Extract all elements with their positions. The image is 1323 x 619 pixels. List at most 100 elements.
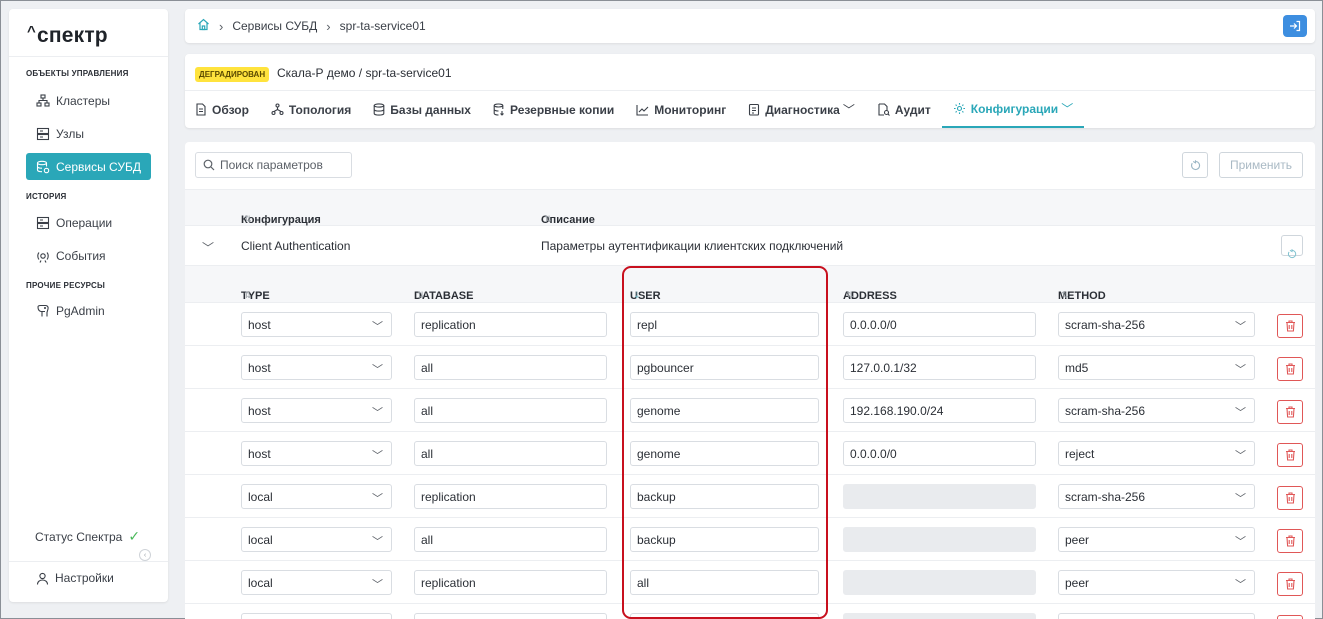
delete-row-button[interactable] — [1277, 529, 1303, 553]
sidebar-item-db-services[interactable]: Сервисы СУБД — [26, 153, 151, 180]
address-field[interactable]: 127.0.0.1/32 — [843, 355, 1036, 380]
user-field[interactable]: repl — [630, 312, 819, 337]
address-value: 192.168.190.0/24 — [850, 403, 944, 418]
tab-configurations[interactable]: Конфигурации ﹀ — [941, 91, 1085, 128]
config-group-row[interactable]: ﹀ Client Authentication Параметры аутент… — [185, 226, 1315, 266]
tab-label: Мониторинг — [654, 102, 727, 117]
database-field[interactable]: replication — [414, 312, 607, 337]
user-value: pgbouncer — [637, 360, 694, 375]
database-field[interactable]: replication — [414, 484, 607, 509]
sidebar-item-pgadmin[interactable]: PgAdmin — [26, 297, 151, 324]
user-field[interactable]: backup — [630, 484, 819, 509]
type-select[interactable]: host ﹀ — [241, 312, 392, 337]
chevron-down-icon[interactable]: ﹀ — [202, 239, 214, 256]
apply-button[interactable]: Применить — [1219, 152, 1303, 178]
search-icon — [203, 159, 215, 171]
chevron-down-icon: ﹀ — [1061, 102, 1074, 116]
tab-diagnostics[interactable]: Диагностика ﹀ — [737, 91, 866, 128]
sidebar-item-nodes[interactable]: Узлы — [26, 120, 151, 147]
method-value: scram-sha-256 — [1065, 403, 1146, 418]
database-field[interactable]: replication — [414, 570, 607, 595]
database-field[interactable] — [414, 613, 607, 619]
database-field[interactable]: all — [414, 355, 607, 380]
tab-backups[interactable]: Резервные копии — [482, 91, 625, 128]
sidebar-item-events[interactable]: События — [26, 242, 151, 269]
table-row: local ﹀ all backup peer ﹀ — [185, 518, 1315, 561]
database-field[interactable]: all — [414, 527, 607, 552]
type-select[interactable]: local ﹀ — [241, 527, 392, 552]
chevron-down-icon: ﹀ — [1235, 493, 1246, 505]
type-select[interactable]: local ﹀ — [241, 484, 392, 509]
type-select[interactable]: host ﹀ — [241, 398, 392, 423]
search-input[interactable]: Поиск параметров — [195, 152, 352, 178]
database-field[interactable]: all — [414, 441, 607, 466]
database-value: replication — [421, 575, 476, 590]
chevron-down-icon: ﹀ — [372, 364, 383, 376]
tab-databases[interactable]: Базы данных — [362, 91, 482, 128]
method-select[interactable]: reject ﹀ — [1058, 441, 1255, 466]
chevron-down-icon: ﹀ — [1235, 407, 1246, 419]
chevron-down-icon: ﹀ — [372, 493, 383, 505]
address-field — [843, 570, 1036, 595]
type-select[interactable] — [241, 613, 392, 619]
method-select[interactable]: peer ﹀ — [1058, 527, 1255, 552]
spektr-status[interactable]: Статус Спектра ✓ — [35, 528, 140, 545]
user-field[interactable]: all — [630, 570, 819, 595]
type-select[interactable]: local ﹀ — [241, 570, 392, 595]
configurations-panel: Поиск параметров Применить Конфигурация ⇅… — [185, 142, 1315, 619]
settings-link[interactable]: Настройки — [36, 571, 114, 585]
delete-row-button[interactable] — [1277, 357, 1303, 381]
tab-label: Резервные копии — [509, 102, 615, 117]
database-value: all — [421, 532, 434, 547]
tab-audit[interactable]: Аудит — [866, 91, 942, 128]
tab-label: Конфигурации — [970, 101, 1059, 116]
type-select[interactable]: host ﹀ — [241, 441, 392, 466]
user-value: repl — [637, 317, 658, 332]
method-select[interactable]: peer ﹀ — [1058, 570, 1255, 595]
group-reset-button[interactable] — [1281, 235, 1303, 259]
collapse-sidebar-icon[interactable]: ‹ — [139, 549, 151, 561]
method-select[interactable]: scram-sha-256 ﹀ — [1058, 398, 1255, 423]
sidebar-item-operations[interactable]: Операции — [26, 209, 151, 236]
database-field[interactable]: all — [414, 398, 607, 423]
user-field[interactable]: genome — [630, 398, 819, 423]
delete-row-button[interactable] — [1277, 572, 1303, 596]
delete-row-button[interactable] — [1277, 400, 1303, 424]
search-placeholder: Поиск параметров — [220, 158, 323, 172]
status-label: Статус Спектра — [35, 529, 123, 544]
delete-row-button[interactable] — [1277, 443, 1303, 467]
tab-monitoring[interactable]: Мониторинг — [625, 91, 737, 128]
method-value: peer — [1065, 532, 1090, 547]
user-field[interactable] — [630, 613, 819, 619]
breadcrumb-item-services[interactable]: Сервисы СУБД — [232, 19, 317, 33]
tab-overview[interactable]: Обзор — [195, 91, 260, 128]
user-field[interactable]: pgbouncer — [630, 355, 819, 380]
chevron-right-icon: › — [219, 18, 224, 34]
section-title-objects: ОБЪЕКТЫ УПРАВЛЕНИЯ — [26, 69, 129, 78]
logo[interactable]: ^спектр — [9, 9, 168, 57]
service-header: ДЕГРАДИРОВАН Скала-Р демо / spr-ta-servi… — [185, 54, 1315, 128]
delete-row-button[interactable] — [1277, 615, 1303, 619]
chevron-down-icon: ﹀ — [1235, 536, 1246, 548]
user-field[interactable]: backup — [630, 527, 819, 552]
reset-button[interactable] — [1182, 152, 1208, 178]
delete-row-button[interactable] — [1277, 486, 1303, 510]
chevron-down-icon: ﹀ — [842, 103, 855, 117]
user-field[interactable]: genome — [630, 441, 819, 466]
method-select[interactable] — [1058, 613, 1255, 619]
delete-row-button[interactable] — [1277, 314, 1303, 338]
method-select[interactable]: scram-sha-256 ﹀ — [1058, 312, 1255, 337]
sidebar-item-clusters[interactable]: Кластеры — [26, 87, 151, 114]
address-field[interactable]: 0.0.0.0/0 — [843, 441, 1036, 466]
method-select[interactable]: md5 ﹀ — [1058, 355, 1255, 380]
exit-button[interactable] — [1283, 15, 1307, 37]
tab-topology[interactable]: Топология — [260, 91, 362, 128]
breadcrumb-item-service[interactable]: spr-ta-service01 — [340, 19, 426, 33]
address-field[interactable]: 0.0.0.0/0 — [843, 312, 1036, 337]
type-select[interactable]: host ﹀ — [241, 355, 392, 380]
trash-icon — [1285, 492, 1296, 504]
method-select[interactable]: scram-sha-256 ﹀ — [1058, 484, 1255, 509]
address-field[interactable]: 192.168.190.0/24 — [843, 398, 1036, 423]
logout-icon — [1289, 20, 1301, 32]
home-icon[interactable] — [197, 18, 210, 34]
